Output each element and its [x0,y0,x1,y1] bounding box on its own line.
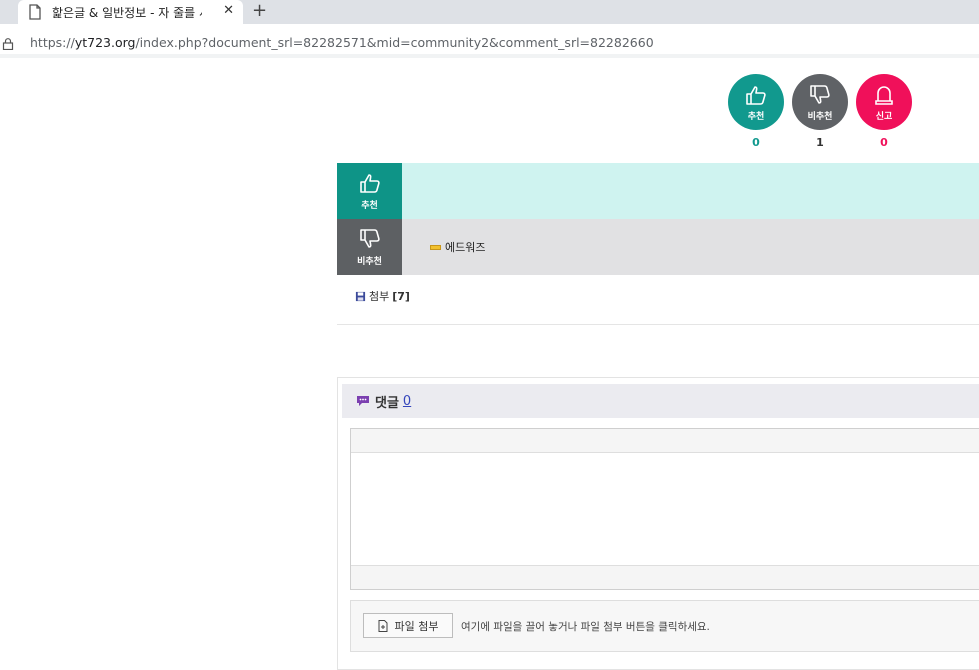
recommend-row-button[interactable]: 추천 [337,163,402,219]
not-recommend-button[interactable]: 비추천 [792,74,848,130]
level-badge-icon [430,244,441,250]
not-recommend-count: 1 [816,136,824,149]
close-tab-icon[interactable]: ✕ [223,4,234,18]
comment-section: 댓글 0 파일 첨부 여기에 파일을 끌어 놓거나 파일 첨부 버튼을 클릭하세… [337,377,979,670]
editor-resize-bar[interactable] [351,565,979,589]
attachment-count: [7] [392,289,410,303]
recommend-row: 추천 [337,163,979,219]
not-recommend-label: 비추천 [807,111,833,122]
lock-icon[interactable] [2,35,14,51]
thumbs-down-icon [359,229,380,248]
voter-entry[interactable]: 에드워즈 [430,239,485,255]
thumbs-up-icon [359,174,380,193]
address-bar[interactable]: https://yt723.org/index.php?document_srl… [0,24,979,58]
url-host: yt723.org [74,35,136,50]
thumbs-down-icon [810,84,830,104]
attachment-line[interactable]: 첨부 [7] [355,288,410,304]
file-upload-area[interactable]: 파일 첨부 여기에 파일을 끌어 놓거나 파일 첨부 버튼을 클릭하세요. [350,600,979,652]
thumbs-up-icon [746,85,766,105]
editor-toolbar [351,429,979,453]
tab-strip: 핥은글 & 일반정보 - 자 줄를 서시 ✕ + [0,0,979,24]
url-scheme: https:// [30,35,75,50]
file-attach-button[interactable]: 파일 첨부 [363,613,453,638]
voter-name: 에드워즈 [445,241,486,254]
attachment-label: 첨부 [369,290,390,303]
comment-title: 댓글 [375,395,399,411]
file-plus-icon [378,619,387,632]
report-count: 0 [880,136,888,149]
comment-header: 댓글 0 [342,384,979,418]
not-recommend-vote[interactable]: 비추천 1 [792,74,848,149]
speech-bubble-icon [357,396,369,406]
report-label: 신고 [875,111,893,122]
recommend-button[interactable]: 추천 [728,74,784,130]
recommend-vote[interactable]: 추천 0 [728,74,784,149]
url-text[interactable]: https://yt723.org/index.php?document_srl… [30,35,654,50]
recommend-count: 0 [752,136,760,149]
floppy-disk-icon [355,291,366,301]
report-button[interactable]: 신고 [856,74,912,130]
recommend-label: 추천 [747,111,765,122]
not-recommend-row-button[interactable]: 비추천 [337,219,402,275]
url-path: /index.php?document_srl=82282571&mid=com… [135,35,654,50]
tab-title: 핥은글 & 일반정보 - 자 줄를 서시 [52,5,202,20]
not-recommend-row: 비추천 에드워즈 [337,219,979,275]
upload-hint: 여기에 파일을 끌어 놓거나 파일 첨부 버튼을 클릭하세요. [461,621,710,633]
not-recommend-row-label: 비추천 [357,257,382,267]
recommend-row-label: 추천 [361,201,378,211]
browser-tab[interactable]: 핥은글 & 일반정보 - 자 줄를 서시 ✕ [18,0,243,24]
report-vote[interactable]: 신고 0 [856,74,912,149]
page-icon [28,4,42,20]
file-attach-label: 파일 첨부 [394,619,439,633]
siren-icon [875,85,893,105]
comment-editor[interactable] [350,428,979,590]
comment-count-link[interactable]: 0 [403,394,411,409]
new-tab-button[interactable]: + [252,1,267,21]
divider [337,324,979,325]
